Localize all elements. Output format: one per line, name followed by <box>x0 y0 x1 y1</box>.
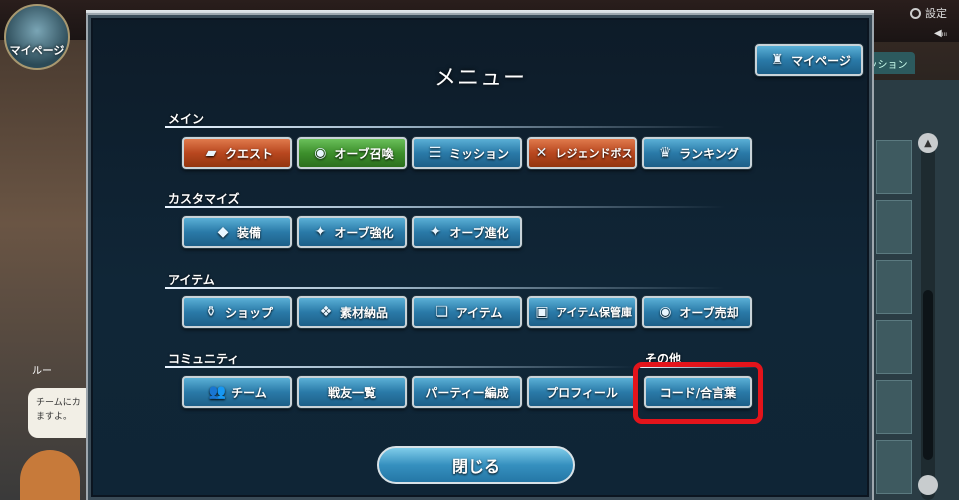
item-storage-button[interactable]: ▣ アイテム保管庫 <box>527 296 637 328</box>
scroll-up-icon[interactable]: ▲ <box>918 133 938 153</box>
material-button[interactable]: ❖ 素材納品 <box>297 296 407 328</box>
chat-bubble: チームにカ ますよ。 <box>28 388 88 438</box>
checklist-icon: ☰ <box>428 145 442 161</box>
section-divider <box>165 287 725 289</box>
mypage-button-label: マイページ <box>791 53 851 68</box>
orb-summon-button[interactable]: ◉ オーブ召喚 <box>297 137 407 169</box>
quest-button-label: クエスト <box>224 146 273 161</box>
ranking-button[interactable]: ♛ ランキング <box>642 137 752 169</box>
orb-evolve-button-label: オーブ進化 <box>449 225 509 240</box>
section-label-community: コミュニティ <box>168 352 240 366</box>
profile-button[interactable]: プロフィール <box>527 376 637 408</box>
profile-button-label: プロフィール <box>546 385 618 400</box>
highlight-outline <box>633 362 763 424</box>
side-list-item[interactable] <box>876 440 912 494</box>
scroll-down-icon[interactable] <box>918 475 938 495</box>
material-button-label: 素材納品 <box>339 305 388 320</box>
side-list-item[interactable] <box>876 200 912 254</box>
orb-enhance-button[interactable]: ✦ オーブ強化 <box>297 216 407 248</box>
menu-title: メニュー <box>433 66 526 91</box>
legend-boss-button[interactable]: ✕ レジェンドボス <box>527 137 637 169</box>
castle-icon: ♜ <box>770 52 784 68</box>
section-label-items: アイテム <box>168 273 215 287</box>
orb-sell-button[interactable]: ◉ オーブ売却 <box>642 296 752 328</box>
friend-list-button[interactable]: 戦友一覧 <box>297 376 407 408</box>
orb-icon: ◉ <box>659 304 672 320</box>
mission-button-label: ミッション <box>448 146 509 161</box>
bottles-icon: ⚱ <box>205 304 217 320</box>
party-edit-button-label: パーティー編成 <box>425 385 509 400</box>
item-storage-button-label: アイテム保管庫 <box>556 306 632 319</box>
book-icon: ▰ <box>205 145 217 161</box>
people-icon: 👥 <box>208 384 226 400</box>
side-list-item[interactable] <box>876 380 912 434</box>
friend-list-button-label: 戦友一覧 <box>327 385 376 400</box>
shop-button-label: ショップ <box>224 305 273 320</box>
chat-text-line: チームにカ <box>36 398 81 408</box>
equip-button[interactable]: ◆ 装備 <box>182 216 292 248</box>
settings-label: 設定 <box>925 7 947 20</box>
chest-icon: ▣ <box>535 304 549 320</box>
quest-button[interactable]: ▰ クエスト <box>182 137 292 169</box>
section-divider <box>165 206 725 208</box>
npc-name: ルー <box>32 366 52 377</box>
item-button[interactable]: ❏ アイテム <box>412 296 522 328</box>
orb-sparkle-icon: ✦ <box>314 224 327 240</box>
crown-icon: ♛ <box>658 145 672 161</box>
section-divider <box>165 366 635 368</box>
legend-boss-button-label: レジェンドボス <box>555 147 633 160</box>
mypage-badge[interactable]: マイページ <box>4 4 70 70</box>
items-icon: ❏ <box>435 304 448 320</box>
mypage-badge-label: マイページ <box>9 44 65 57</box>
scrollbar-thumb[interactable] <box>923 290 933 460</box>
orb-evolve-button[interactable]: ✦ オーブ進化 <box>412 216 522 248</box>
orb-sell-button-label: オーブ売却 <box>679 305 739 320</box>
materials-icon: ❖ <box>319 304 333 320</box>
equip-button-label: 装備 <box>236 225 261 240</box>
section-label-main: メイン <box>168 112 205 126</box>
close-button[interactable]: 閉じる <box>377 446 575 484</box>
side-list-item[interactable] <box>876 140 912 194</box>
mypage-button[interactable]: ♜ マイページ <box>755 44 863 76</box>
item-button-label: アイテム <box>455 305 503 320</box>
side-list-item[interactable] <box>876 260 912 314</box>
sound-icon[interactable]: ◀ᵢᵢᵢ <box>934 28 947 39</box>
section-label-customize: カスタマイズ <box>168 192 240 206</box>
side-list-item[interactable] <box>876 320 912 374</box>
team-button-label: チーム <box>231 385 267 400</box>
mission-button[interactable]: ☰ ミッション <box>412 137 522 169</box>
orb-icon: ◉ <box>314 145 327 161</box>
settings-button[interactable]: 設定 <box>910 5 947 21</box>
shield-icon: ◆ <box>217 224 229 240</box>
crossed-swords-icon: ✕ <box>535 145 548 161</box>
party-edit-button[interactable]: パーティー編成 <box>412 376 522 408</box>
team-button[interactable]: 👥 チーム <box>182 376 292 408</box>
section-divider <box>165 126 725 128</box>
ranking-button-label: ランキング <box>679 146 739 161</box>
shop-button[interactable]: ⚱ ショップ <box>182 296 292 328</box>
orb-sparkle-icon: ✦ <box>429 224 442 240</box>
orb-enhance-button-label: オーブ強化 <box>334 225 394 240</box>
orb-summon-button-label: オーブ召喚 <box>334 146 394 161</box>
chat-text-line: ますよ。 <box>36 412 73 422</box>
gear-icon <box>910 7 921 19</box>
